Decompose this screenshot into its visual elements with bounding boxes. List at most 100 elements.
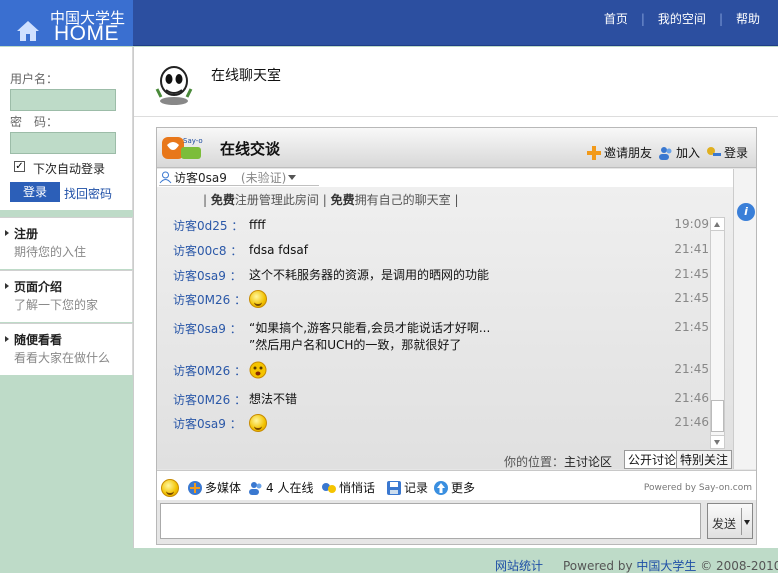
nav-my-space-link[interactable]: 我的空间 [658, 10, 706, 27]
multimedia-button[interactable]: 多媒体 [187, 479, 241, 496]
page-header: 在线聊天室 [134, 47, 778, 117]
help-icon[interactable]: i [737, 203, 755, 221]
notice-own-room-text[interactable]: 拥有自己的聊天室 [355, 193, 451, 207]
tab-public-discussion[interactable]: 公开讨论 [624, 450, 681, 469]
log-label: 记录 [404, 481, 429, 495]
divider [741, 508, 742, 535]
message-text: 这个不耗服务器的资源，是调用的晒网的功能 [249, 268, 490, 282]
send-button[interactable]: 发送 [707, 503, 753, 539]
nav-help-link[interactable]: 帮助 [736, 10, 760, 27]
invite-friend-button[interactable]: 邀请朋友 [586, 144, 652, 161]
more-button[interactable]: 更多 [433, 479, 475, 496]
sidebar-item-title: 随便看看 [14, 333, 63, 347]
send-label: 发送 [712, 517, 737, 531]
message-author[interactable]: 访客0M26 ： [173, 391, 246, 408]
message-author[interactable]: 访客00c8 ： [173, 242, 242, 259]
login-link[interactable]: 登录 [706, 144, 748, 161]
save-icon [387, 480, 401, 495]
current-user-status: (未验证) [240, 171, 287, 185]
location-row: 你的位置：主讨论区 公开讨论 特别关注 [157, 450, 756, 469]
sidebar-item-browse[interactable]: 随便看看 看看大家在做什么 [0, 323, 133, 375]
message-list: 访客0d25 ： ffff 19:09 访客00c8 ： fdsa fdsaf … [173, 217, 709, 447]
message-author[interactable]: 访客0sa9 ： [173, 320, 242, 337]
room-notice: | 免费注册管理此房间 | 免费拥有自己的聊天室 | [203, 191, 459, 208]
nav-home-link[interactable]: 首页 [604, 10, 628, 27]
current-location: 你的位置：主讨论区 [504, 455, 613, 469]
message-time: 21:45 [674, 362, 709, 376]
message-emoji [249, 361, 267, 384]
svg-text:Say-on: Say-on [183, 137, 203, 145]
message-input[interactable] [160, 503, 701, 539]
top-nav: 首页 | 我的空间 | 帮助 [604, 10, 760, 27]
message-text: “如果搞个,游客只能看,会员才能说话才好啊... ”然后用户名和UCH的一致，那就… [249, 321, 491, 352]
login-button[interactable]: 登录 [10, 182, 60, 202]
chevron-down-icon [714, 440, 720, 445]
username-field[interactable] [10, 89, 116, 111]
notice-separator: | [454, 193, 459, 207]
chevron-down-icon [288, 175, 297, 180]
scroll-thumb[interactable] [711, 400, 724, 432]
message-time: 21:46 [674, 415, 709, 429]
password-field[interactable] [10, 132, 116, 154]
message-scrollbar[interactable] [710, 217, 725, 449]
message-author[interactable]: 访客0M26 ： [173, 362, 246, 379]
chevron-down-icon[interactable] [744, 520, 750, 525]
message-author[interactable]: 访客0d25 ： [173, 217, 243, 234]
remember-checkbox[interactable]: ✓ [14, 161, 25, 172]
site-stats-link[interactable]: 网站统计 [495, 557, 543, 573]
powered-by-sayon[interactable]: Powered by Say-on.com [644, 483, 752, 493]
whisper-icon [322, 482, 336, 493]
footer-brand-link[interactable]: 中国大学生 [636, 559, 696, 573]
whisper-label: 悄悄话 [339, 481, 376, 495]
log-button[interactable]: 记录 [386, 479, 428, 496]
message-author[interactable]: 访客0sa9 ： [173, 267, 242, 284]
location-value: 主讨论区 [564, 455, 613, 469]
chat-input-row: 发送 [157, 501, 756, 544]
notice-free-1[interactable]: 免费 [211, 193, 235, 207]
smile-icon [249, 290, 267, 308]
sidebar-item-title: 页面介绍 [14, 280, 63, 294]
invite-friend-label: 邀请朋友 [603, 146, 652, 160]
multimedia-label: 多媒体 [205, 481, 242, 495]
home-icon [17, 21, 39, 41]
alien-mascot-icon [155, 66, 193, 105]
username-label: 用户名： [10, 72, 59, 86]
chat-widget: Say-on 在线交谈 邀请朋友 加入 登录 [156, 127, 757, 545]
online-count-label: 4 人在线 [266, 481, 314, 495]
chat-messages-area: 访客0sa9 (未验证) | 免费注册管理此房间 | 免费拥有自己的聊天室 | … [157, 169, 733, 469]
current-user-dropdown[interactable]: 访客0sa9 (未验证) [159, 170, 319, 186]
message-time: 21:45 [674, 291, 709, 305]
smile-icon [249, 414, 267, 432]
page-title: 在线聊天室 [211, 68, 281, 84]
chat-title: 在线交谈 [220, 140, 281, 158]
sidebar-item-desc: 看看大家在做什么 [14, 351, 111, 365]
join-button[interactable]: 加入 [658, 144, 700, 161]
message-time: 21:41 [674, 242, 709, 256]
message-text: fdsa fdsaf [249, 243, 308, 257]
sidebar-item-intro[interactable]: 页面介绍 了解一下您的家 [0, 270, 133, 322]
tab-special-follow[interactable]: 特别关注 [676, 450, 733, 469]
notice-free-2[interactable]: 免费 [331, 193, 355, 207]
notice-register-text[interactable]: 注册管理此房间 [235, 193, 319, 207]
whisper-button[interactable]: 悄悄话 [321, 479, 375, 496]
message-text: ffff [249, 218, 266, 232]
scroll-up-button[interactable] [711, 218, 724, 231]
main-content: 在线聊天室 Say-on 在线交谈 邀请朋友 加入 [133, 47, 778, 548]
forgot-password-link[interactable]: 找回密码 [64, 185, 112, 202]
message-time: 19:09 [674, 217, 709, 231]
message-author[interactable]: 访客0M26 ： [173, 291, 246, 308]
scroll-down-button[interactable] [711, 435, 724, 448]
top-bar: 中国大学生 HOME 首页 | 我的空间 | 帮助 [0, 0, 778, 46]
bullet-icon [5, 283, 9, 289]
online-users-button[interactable]: 4 人在线 [248, 479, 313, 496]
logo-text-en: HOME [54, 22, 119, 45]
message-author[interactable]: 访客0sa9 ： [173, 415, 242, 432]
key-icon [706, 146, 721, 156]
sidebar-item-title: 注册 [14, 227, 39, 241]
footer: 网站统计 Powered by 中国大学生 © 2008-2010 [0, 548, 778, 573]
sidebar-item-register[interactable]: 注册 期待您的入住 [0, 217, 133, 269]
emoji-button[interactable] [161, 479, 179, 497]
message-emoji [249, 290, 267, 313]
users-icon [249, 481, 262, 495]
site-logo[interactable]: 中国大学生 HOME [0, 0, 133, 46]
